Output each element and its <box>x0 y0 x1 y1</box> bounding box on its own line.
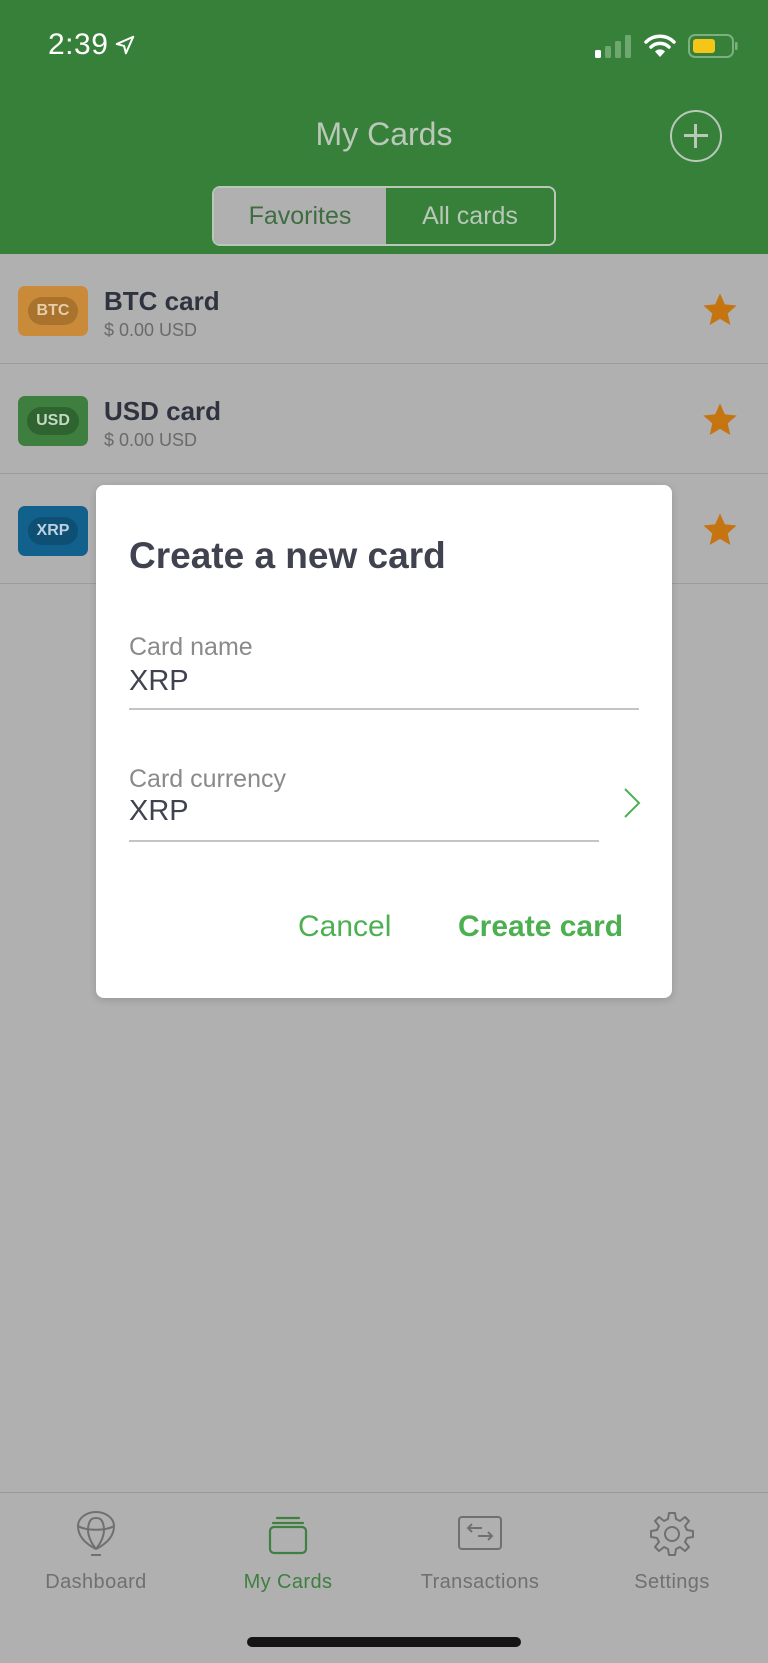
tab-settings[interactable]: Settings <box>576 1509 768 1594</box>
time-text: 2:39 <box>48 28 109 61</box>
tab-dashboard[interactable]: Dashboard <box>0 1509 192 1594</box>
page-title: My Cards <box>315 116 453 152</box>
currency-code: USD <box>27 407 79 435</box>
create-card-button[interactable]: Create card <box>458 910 623 944</box>
dialog-title: Create a new card <box>129 535 446 576</box>
card-name: USD card <box>104 396 222 426</box>
cellular-signal-icon <box>595 35 631 58</box>
currency-badge: USD <box>18 396 88 446</box>
cards-icon <box>268 1516 308 1555</box>
tab-my-cards[interactable]: My Cards <box>192 1509 384 1594</box>
card-currency-underline <box>129 840 599 842</box>
home-indicator[interactable] <box>247 1637 521 1647</box>
chevron-right-icon[interactable] <box>622 787 642 819</box>
segment-all-cards[interactable]: All cards <box>386 188 554 244</box>
favorite-star-icon[interactable] <box>700 400 740 440</box>
currency-code: XRP <box>27 517 79 545</box>
location-arrow-icon <box>116 35 135 55</box>
tab-label: My Cards <box>243 1571 333 1593</box>
status-icons <box>594 34 738 58</box>
add-card-button[interactable] <box>670 110 722 162</box>
card-currency-select[interactable]: XRP <box>129 795 189 828</box>
card-name-input[interactable]: XRP <box>129 665 189 698</box>
card-name-label: Card name <box>129 633 253 661</box>
battery-icon <box>688 34 738 58</box>
create-card-dialog: Create a new card Card name XRP Card cur… <box>96 485 672 998</box>
transactions-icon <box>458 1516 502 1550</box>
card-name: BTC card <box>104 286 220 316</box>
tab-label: Settings <box>634 1571 710 1593</box>
tab-label: Dashboard <box>45 1571 147 1593</box>
favorite-star-icon[interactable] <box>700 290 740 330</box>
wifi-icon <box>644 34 676 57</box>
gear-icon <box>650 1512 694 1556</box>
tab-label: Transactions <box>420 1571 540 1593</box>
segment-favorites[interactable]: Favorites <box>214 188 386 244</box>
card-name-underline <box>129 708 639 710</box>
card-currency-label: Card currency <box>129 765 286 793</box>
card-balance: $ 0.00 USD <box>104 430 198 450</box>
card-balance: $ 0.00 USD <box>104 320 198 340</box>
card-filter-segmented-control: Favorites All cards <box>212 186 556 246</box>
favorite-star-icon[interactable] <box>700 510 740 550</box>
tab-transactions[interactable]: Transactions <box>384 1509 576 1594</box>
currency-code: BTC <box>27 297 79 325</box>
currency-badge: XRP <box>18 506 88 556</box>
currency-badge: BTC <box>18 286 88 336</box>
cancel-button[interactable]: Cancel <box>298 910 391 944</box>
status-time: 2:39 <box>48 28 136 62</box>
dashboard-icon <box>76 1511 116 1556</box>
app-header: 2:39 My Cards Favorites All cards <box>0 0 768 254</box>
card-row-btc[interactable]: BTC BTC card $ 0.00 USD <box>0 254 768 364</box>
card-row-usd[interactable]: USD USD card $ 0.00 USD <box>0 364 768 474</box>
